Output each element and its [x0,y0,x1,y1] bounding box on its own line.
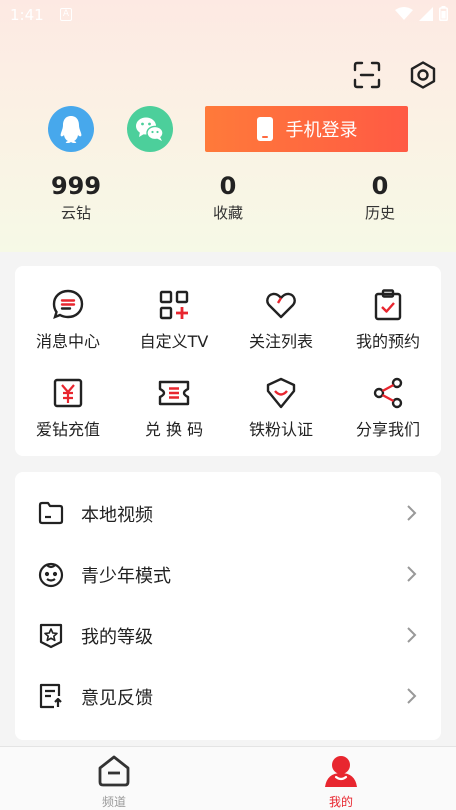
stat-value: 0 [219,172,237,200]
header-actions [352,60,438,90]
wifi-icon [395,6,413,20]
grid-label: 关注列表 [248,332,313,351]
grid-label: 铁粉认证 [248,420,313,439]
tab-label: 我的 [328,795,353,809]
tab-mine[interactable]: 我的 [301,753,381,810]
bottom-tab-bar: 频道 我的 [0,746,456,810]
stat-value: 0 [371,172,389,200]
menu-label: 青少年模式 [81,566,171,587]
settings-list: 本地视频 青少年模式 我的等级 意见反馈 [15,472,441,740]
menu-label: 本地视频 [81,505,153,526]
custom-tv-icon [159,290,189,320]
level-star-icon [39,623,63,649]
stat-history[interactable]: 0 历史 [330,170,430,223]
message-icon [52,289,84,320]
menu-item-my-level[interactable]: 我的等级 [15,607,441,667]
scan-icon[interactable] [352,60,382,90]
stat-label: 云钻 [60,204,91,222]
status-bar: 1:41 A [0,0,456,30]
settings-icon[interactable] [408,60,438,90]
phone-icon [256,117,273,141]
menu-label: 意见反馈 [81,688,153,709]
grid-item-redeem[interactable]: 兑 换 码 [121,376,227,440]
signal-icon [419,6,433,21]
reservation-icon [374,289,402,321]
notification-icon: A [60,8,72,21]
wechat-icon [136,117,164,141]
grid-label: 自定义TV [139,332,209,351]
battery-icon [439,6,448,21]
phone-login-button[interactable]: 手机登录 [205,106,408,152]
qq-login-button[interactable] [48,106,94,152]
chevron-right-icon [407,688,417,704]
grid-item-reservations[interactable]: 我的预约 [335,288,441,352]
share-icon [373,377,403,409]
chevron-right-icon [407,627,417,643]
stat-label: 收藏 [212,204,243,222]
heart-icon [266,292,296,319]
grid-label: 爱钻充值 [35,420,100,439]
status-time: 1:41 [10,6,44,24]
grid-item-follow-list[interactable]: 关注列表 [228,288,334,352]
redeem-code-icon [158,380,190,406]
grid-label: 我的预约 [355,332,420,351]
stat-yunzuan[interactable]: 999 云钻 [26,170,126,223]
fan-badge-icon [266,377,296,409]
feature-grid: 消息中心 自定义TV 关注列表 我的预约 爱钻充值 兑 换 码 铁粉认证 分享我… [15,266,441,456]
child-face-icon [38,562,64,588]
login-options: 手机登录 [48,106,408,152]
menu-item-feedback[interactable]: 意见反馈 [15,668,441,728]
tab-channels[interactable]: 频道 [74,753,154,810]
profile-icon [325,756,357,787]
chevron-right-icon [407,505,417,521]
stats-row: 999 云钻 0 收藏 0 历史 [0,170,456,230]
menu-item-teen-mode[interactable]: 青少年模式 [15,546,441,606]
recharge-icon [53,378,83,408]
stat-favorites[interactable]: 0 收藏 [178,170,278,223]
grid-label: 分享我们 [355,420,420,439]
wechat-login-button[interactable] [127,106,173,152]
grid-item-share[interactable]: 分享我们 [335,376,441,440]
grid-label: 兑 换 码 [144,420,204,439]
system-icons [395,6,448,21]
grid-item-fan-verify[interactable]: 铁粉认证 [228,376,334,440]
qq-penguin-icon [60,116,82,143]
menu-label: 我的等级 [81,627,153,648]
feedback-icon [39,683,62,709]
tab-label: 频道 [101,795,126,809]
stat-value: 999 [50,172,102,200]
grid-item-custom-tv[interactable]: 自定义TV [121,288,227,352]
grid-item-recharge[interactable]: 爱钻充值 [15,376,121,440]
home-icon [98,755,130,787]
stat-label: 历史 [364,204,395,222]
grid-label: 消息中心 [35,332,100,351]
phone-login-label: 手机登录 [285,120,358,141]
grid-item-messages[interactable]: 消息中心 [15,288,121,352]
menu-item-local-video[interactable]: 本地视频 [15,485,441,545]
folder-icon [38,501,64,525]
chevron-right-icon [407,566,417,582]
